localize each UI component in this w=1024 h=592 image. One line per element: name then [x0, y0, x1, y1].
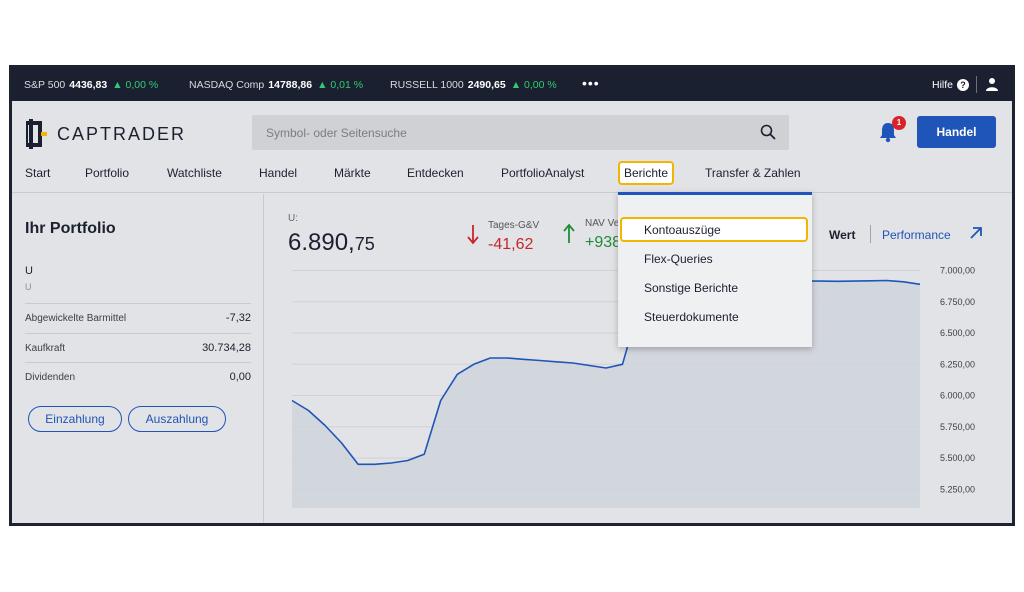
notification-badge: 1: [892, 116, 906, 130]
row-value: 30.734,28: [202, 342, 251, 354]
account-id: U: [25, 265, 33, 277]
row-label: Kaufkraft: [25, 343, 66, 354]
daily-pl-value: -41,62: [488, 236, 534, 253]
chart-area-fill: [292, 278, 920, 508]
portfolio-title: Ihr Portfolio: [25, 220, 116, 237]
y-tick-label: 5.500,00: [940, 453, 975, 463]
y-tick-label: 6.250,00: [940, 359, 975, 369]
ticker-name: RUSSELL 1000: [390, 79, 464, 91]
ticker-divider: [976, 76, 977, 93]
ticker-change: ▲ 0,00 %: [112, 79, 159, 91]
portfolio-panel: Ihr Portfolio U U Abgewickelte Barmittel…: [12, 194, 264, 523]
nav-handel[interactable]: Handel: [259, 166, 297, 180]
view-performance-tab[interactable]: Performance: [882, 228, 951, 242]
arrow-up-icon: [562, 223, 576, 250]
nav-entdecken[interactable]: Entdecken: [407, 166, 464, 180]
ticker-value: 4436,83: [69, 79, 108, 91]
y-tick-label: 6.500,00: [940, 328, 975, 338]
expand-arrow-icon[interactable]: [969, 226, 983, 245]
trade-button[interactable]: Handel: [917, 116, 996, 148]
menu-item-steuerdokumente[interactable]: Steuerdokumente: [644, 310, 739, 324]
withdraw-button[interactable]: Auszahlung: [128, 406, 226, 432]
nav-divider: [12, 192, 1012, 193]
ticker-russell[interactable]: RUSSELL 1000 2490,65 ▲ 0,00 %: [390, 79, 557, 91]
berichte-dropdown: Kontoauszüge Flex-Queries Sonstige Beric…: [618, 192, 812, 347]
portfolio-row: Abgewickelte Barmittel -7,32: [25, 303, 251, 332]
account-label: U:: [288, 213, 298, 224]
account-sub: U: [25, 282, 32, 292]
ticker-change: ▲ 0,00 %: [510, 79, 557, 91]
ticker-value: 2490,65: [467, 79, 506, 91]
search-input[interactable]: [266, 115, 736, 150]
y-tick-label: 5.750,00: [940, 422, 975, 432]
help-link[interactable]: Hilfe?: [932, 79, 970, 91]
row-value: 0,00: [229, 371, 251, 383]
ticker-name: S&P 500: [24, 79, 66, 91]
view-wert-tab[interactable]: Wert: [829, 228, 855, 242]
help-icon: ?: [957, 79, 970, 91]
daily-pl-label: Tages-G&V: [488, 220, 540, 231]
portfolio-row: Kaufkraft 30.734,28: [25, 333, 251, 362]
user-icon[interactable]: [985, 77, 999, 94]
ticker-value: 14788,86: [268, 79, 313, 91]
search-bar[interactable]: [252, 115, 789, 150]
ticker-bar: S&P 500 4436,83 ▲ 0,00 % NASDAQ Comp 14788,…: [12, 68, 1012, 101]
captrader-logo-icon[interactable]: [24, 119, 47, 149]
portfolio-row: Dividenden 0,00: [25, 362, 251, 391]
nav-transfer-zahlen[interactable]: Transfer & Zahlen: [705, 166, 801, 180]
y-tick-label: 7.000,00: [940, 266, 975, 276]
menu-item-sonstige-berichte[interactable]: Sonstige Berichte: [644, 281, 738, 295]
arrow-down-icon: [466, 223, 480, 250]
deposit-button[interactable]: Einzahlung: [28, 406, 122, 432]
nav-start[interactable]: Start: [25, 166, 50, 180]
brand-name: CAPTRADER: [57, 124, 187, 144]
help-label: Hilfe: [932, 79, 954, 91]
menu-item-kontoauszuege[interactable]: Kontoauszüge: [620, 217, 808, 242]
ticker-name: NASDAQ Comp: [189, 79, 265, 91]
nav-change-label: NAV Ve: [585, 218, 620, 229]
y-tick-label: 6.000,00: [940, 391, 975, 401]
y-tick-label: 6.750,00: [940, 297, 975, 307]
ticker-nasdaq[interactable]: NASDAQ Comp 14788,86 ▲ 0,01 %: [189, 79, 363, 91]
nav-change-value: +938: [585, 234, 622, 251]
nav-portfolioanalyst[interactable]: PortfolioAnalyst: [501, 166, 584, 180]
nav-watchliste[interactable]: Watchliste: [167, 166, 222, 180]
more-icon[interactable]: •••: [582, 75, 600, 91]
menu-item-flex-queries[interactable]: Flex-Queries: [644, 252, 713, 266]
search-icon[interactable]: [760, 124, 776, 145]
app-window: S&P 500 4436,83 ▲ 0,00 % NASDAQ Comp 14788,…: [9, 65, 1015, 526]
ticker-sp500[interactable]: S&P 500 4436,83 ▲ 0,00 %: [24, 79, 158, 91]
nav-maerkte[interactable]: Märkte: [334, 166, 371, 180]
view-divider: [870, 225, 871, 243]
row-label: Dividenden: [25, 372, 76, 383]
value-main: 6.890,: [288, 229, 355, 256]
nav-berichte[interactable]: Berichte: [618, 161, 675, 185]
row-label: Abgewickelte Barmittel: [25, 313, 127, 324]
row-value: -7,32: [225, 312, 251, 324]
nav-portfolio[interactable]: Portfolio: [85, 166, 129, 180]
ticker-change: ▲ 0,01 %: [317, 79, 364, 91]
value-decimals: 75: [354, 234, 375, 254]
portfolio-value: 6.890,75: [288, 229, 375, 257]
y-tick-label: 5.250,00: [940, 484, 975, 494]
